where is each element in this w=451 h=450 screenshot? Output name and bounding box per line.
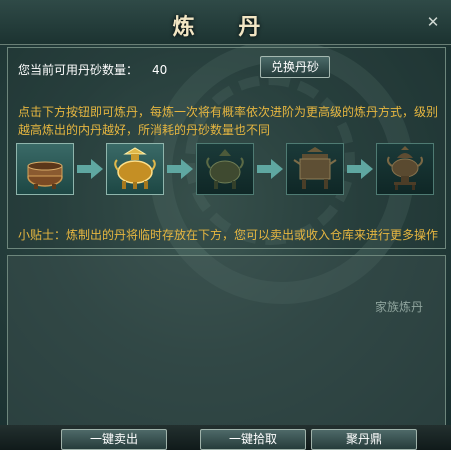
tip-text: 小贴士：炼制出的丹将临时存放在下方，您可以卖出或收入仓库来进行更多操作 [18, 228, 439, 242]
pick-all-button[interactable]: 一键拾取 [200, 429, 306, 450]
furnace-slot-3[interactable] [196, 143, 254, 195]
watermark-text: 家族炼丹 [375, 300, 424, 314]
window-title: 炼 丹 [172, 14, 279, 40]
available-dansha-row: 您当前可用丹砂数量： 40 [18, 61, 167, 78]
arrow-right-icon [167, 159, 193, 179]
title-bar[interactable]: 炼 丹 ✕ [0, 0, 451, 45]
exchange-dansha-button[interactable]: 兑换丹砂 [260, 56, 330, 78]
close-button[interactable]: ✕ [425, 14, 441, 30]
arrow-right-icon [257, 159, 283, 179]
tripod-cauldron-furnace-icon [293, 147, 337, 189]
available-label: 您当前可用丹砂数量： [18, 63, 139, 77]
golden-censer-furnace-icon [114, 147, 156, 189]
close-icon: ✕ [426, 13, 440, 31]
gather-cauldron-button[interactable]: 聚丹鼎 [311, 429, 417, 450]
pill-storage-area[interactable] [7, 255, 446, 427]
furnace-sequence [16, 143, 436, 195]
bronze-bowl-furnace-icon [27, 161, 63, 189]
arrow-right-icon [347, 159, 373, 179]
furnace-slot-1[interactable] [16, 143, 74, 195]
furnace-slot-4[interactable] [286, 143, 344, 195]
tall-incense-burner-furnace-icon [387, 146, 423, 190]
furnace-slot-2[interactable] [106, 143, 164, 195]
alchemy-window: 炼 丹 ✕ 您当前可用丹砂数量： 40 兑换丹砂 点击下方按钮即可炼丹，每炼一次将… [0, 0, 451, 450]
sell-all-button[interactable]: 一键卖出 [61, 429, 167, 450]
furnace-slot-5[interactable] [376, 143, 434, 195]
description-text: 点击下方按钮即可炼丹，每炼一次将有概率依次进阶为更高级的炼丹方式，级别越高炼出的… [18, 105, 439, 137]
available-value: 40 [152, 63, 168, 77]
arrow-right-icon [77, 159, 103, 179]
jade-censer-furnace-icon [206, 149, 244, 189]
